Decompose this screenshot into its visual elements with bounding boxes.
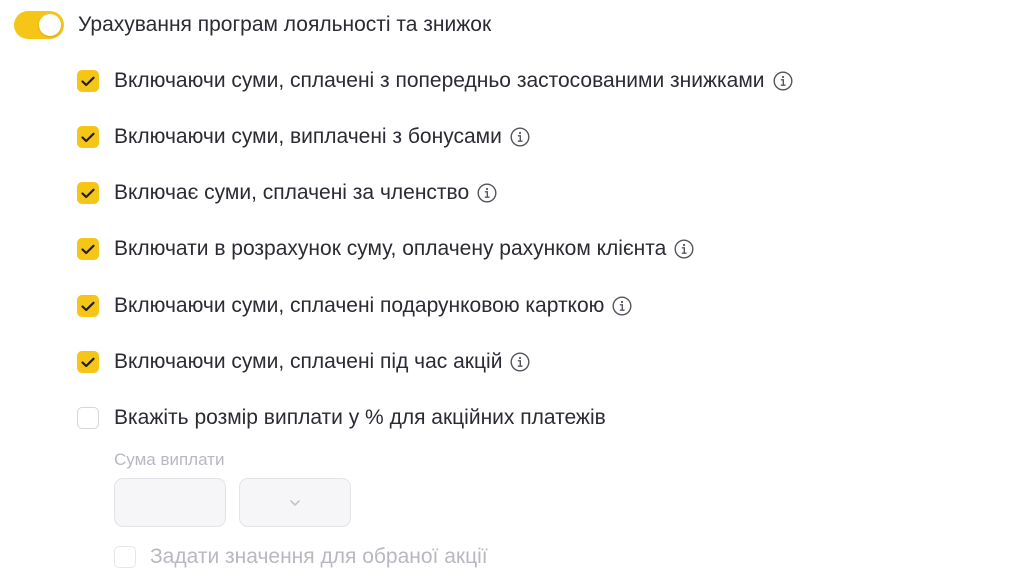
toggle-knob bbox=[39, 14, 61, 36]
option-label: Вкажіть розмір виплати у % для акційних … bbox=[114, 406, 606, 429]
option-bonuses[interactable]: Включаючи суми, виплачені з бонусами bbox=[77, 123, 530, 151]
option-client-account-checkbox[interactable] bbox=[77, 238, 99, 260]
promo-value-checkbox[interactable] bbox=[114, 546, 136, 568]
option-label: Включаючи суми, сплачені подарунковою ка… bbox=[114, 294, 605, 317]
option-gift-card[interactable]: Включаючи суми, сплачені подарунковою ка… bbox=[77, 292, 632, 320]
option-promotions-checkbox[interactable] bbox=[77, 351, 99, 373]
option-promotions[interactable]: Включаючи суми, сплачені під час акцій bbox=[77, 348, 530, 376]
info-circle-icon[interactable] bbox=[510, 352, 530, 372]
check-icon bbox=[81, 188, 95, 198]
option-label: Включає суми, сплачені за членство bbox=[114, 181, 470, 204]
promo-value-option[interactable]: Задати значення для обраної акції bbox=[114, 543, 488, 571]
option-label: Включаючи суми, сплачені під час акцій bbox=[114, 350, 503, 373]
loyalty-toggle[interactable] bbox=[14, 11, 64, 39]
option-previous-discounts-checkbox[interactable] bbox=[77, 70, 99, 92]
info-circle-icon[interactable] bbox=[674, 239, 694, 259]
option-membership-checkbox[interactable] bbox=[77, 182, 99, 204]
promo-value-label: Задати значення для обраної акції bbox=[150, 545, 488, 568]
check-icon bbox=[81, 132, 95, 142]
info-circle-icon[interactable] bbox=[773, 71, 793, 91]
option-promo-payout-percent[interactable]: Вкажіть розмір виплати у % для акційних … bbox=[77, 404, 606, 432]
check-icon bbox=[81, 76, 95, 86]
option-label: Включаючи суми, виплачені з бонусами bbox=[114, 125, 502, 148]
check-icon bbox=[81, 301, 95, 311]
option-promo-payout-percent-checkbox[interactable] bbox=[77, 407, 99, 429]
option-previous-discounts[interactable]: Включаючи суми, сплачені з попередньо за… bbox=[77, 67, 793, 95]
info-circle-icon[interactable] bbox=[510, 127, 530, 147]
payout-amount-input[interactable] bbox=[114, 478, 226, 527]
option-label: Включати в розрахунок суму, оплачену рах… bbox=[114, 237, 667, 260]
option-bonuses-checkbox[interactable] bbox=[77, 126, 99, 148]
loyalty-toggle-row: Урахування програм лояльності та знижок bbox=[14, 10, 491, 40]
check-icon bbox=[81, 357, 95, 367]
info-circle-icon[interactable] bbox=[612, 296, 632, 316]
check-icon bbox=[81, 244, 95, 254]
loyalty-toggle-label: Урахування програм лояльності та знижок bbox=[78, 13, 492, 36]
info-circle-icon[interactable] bbox=[477, 183, 497, 203]
chevron-down-icon bbox=[290, 499, 300, 506]
option-client-account[interactable]: Включати в розрахунок суму, оплачену рах… bbox=[77, 235, 694, 263]
option-gift-card-checkbox[interactable] bbox=[77, 295, 99, 317]
payout-unit-select[interactable] bbox=[239, 478, 351, 527]
payout-amount-label: Сума виплати bbox=[114, 450, 225, 469]
option-membership[interactable]: Включає суми, сплачені за членство bbox=[77, 179, 497, 207]
option-label: Включаючи суми, сплачені з попередньо за… bbox=[114, 69, 765, 92]
